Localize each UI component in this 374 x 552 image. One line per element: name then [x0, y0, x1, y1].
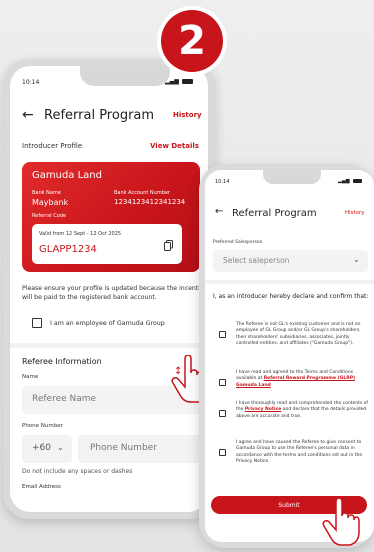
declaration-text-2: I have read and agreed to the Terms and …	[236, 370, 370, 389]
validity-text: Valid from 12 Sept - 12 Oct 2025	[39, 231, 122, 237]
section-divider	[205, 280, 374, 284]
section-divider	[10, 343, 208, 348]
chevron-down-icon: ⌄	[57, 443, 64, 452]
copy-icon[interactable]	[164, 236, 173, 251]
account-number-label: Bank Account Number	[114, 190, 171, 196]
bank-name-value: Maybank	[32, 198, 69, 207]
phone-number-label: Phone Number	[22, 423, 63, 429]
declaration-title: I, as an introducer hereby declare and c…	[213, 293, 369, 300]
history-link[interactable]: History	[173, 111, 202, 119]
step-badge: 2	[157, 6, 227, 76]
signal-icon: ▂▄▆	[338, 178, 350, 184]
page-title: Referral Program	[232, 208, 317, 219]
status-icons: ▂▄▆	[338, 178, 362, 184]
account-number-value: 1234123412341234	[114, 198, 186, 206]
declaration-checkbox-1[interactable]	[219, 323, 226, 342]
referral-card: Gamuda Land Bank Name Maybank Bank Accou…	[22, 162, 200, 272]
phone-left-screen: 10:14 ▂▄▆ ← Referral Program History Int…	[10, 66, 208, 512]
referee-section-title: Referee Information	[22, 357, 102, 366]
employee-checkbox[interactable]	[32, 318, 42, 328]
declaration-text-1: The Referee is not GL's existing custome…	[236, 322, 361, 346]
privacy-notice-link[interactable]: Privacy Notice	[245, 407, 281, 412]
status-time: 10:14	[215, 179, 230, 185]
phone-notch	[263, 170, 321, 184]
country-code-select[interactable]: +60 ⌄	[22, 435, 72, 463]
employee-checkbox-label: I am an employee of Gamuda Group	[50, 319, 165, 327]
phone-number-input[interactable]: Phone Number	[78, 435, 208, 463]
phone-right: 10:14 ▂▄▆ ← Referral Program History Pre…	[199, 164, 374, 548]
tap-hand-icon	[322, 497, 360, 546]
declaration-text-4: I agree and have caused the Referee to g…	[236, 440, 363, 464]
back-arrow-icon[interactable]: ←	[215, 206, 223, 217]
salesperson-placeholder: Select saleperson	[223, 256, 290, 265]
phone-right-screen: 10:14 ▂▄▆ ← Referral Program History Pre…	[205, 170, 374, 542]
battery-icon	[352, 179, 362, 183]
page-title: Referral Program	[44, 108, 155, 123]
phone-hint: Do not include any spaces or dashes	[22, 468, 133, 475]
profile-notice: Please ensure your profile is updated be…	[22, 285, 208, 301]
email-label: Email Address	[22, 484, 61, 490]
declaration-checkbox-2[interactable]	[219, 371, 226, 390]
declaration-checkbox-3[interactable]	[219, 402, 226, 421]
referee-name-placeholder: Referee Name	[32, 394, 97, 404]
signal-icon: ▂▄▆	[165, 78, 179, 85]
referral-code-box: Valid from 12 Sept - 12 Oct 2025 GLAPP12…	[32, 224, 182, 264]
referral-code-value: GLAPP1234	[39, 244, 97, 255]
referral-code-label: Referral Code	[32, 213, 67, 219]
introducer-profile-label: Introducer Profile	[22, 142, 83, 150]
declaration-text-3: I have thoroughly read and comprehended …	[236, 401, 370, 420]
back-arrow-icon[interactable]: ←	[22, 107, 34, 123]
salesperson-select[interactable]: Select saleperson ⌄	[213, 250, 368, 272]
history-link[interactable]: History	[345, 210, 365, 216]
phone-notch	[80, 66, 170, 86]
chevron-down-icon: ⌄	[353, 255, 360, 264]
declaration-checkbox-4[interactable]	[219, 441, 226, 460]
status-icons: ▂▄▆	[165, 78, 193, 85]
company-name: Gamuda Land	[32, 170, 102, 181]
salesperson-label: Preferred Salesperson	[213, 240, 263, 245]
status-time: 10:14	[22, 79, 40, 86]
name-label: Name	[22, 374, 39, 380]
view-details-link[interactable]: View Details	[150, 142, 199, 150]
country-code-value: +60	[32, 443, 51, 453]
phone-number-placeholder: Phone Number	[90, 443, 157, 453]
bank-name-label: Bank Name	[32, 190, 61, 196]
step-number: 2	[161, 10, 223, 72]
phone-left: 10:14 ▂▄▆ ← Referral Program History Int…	[3, 59, 215, 519]
battery-icon	[181, 79, 193, 84]
employee-checkbox-row[interactable]: I am an employee of Gamuda Group	[32, 318, 165, 328]
